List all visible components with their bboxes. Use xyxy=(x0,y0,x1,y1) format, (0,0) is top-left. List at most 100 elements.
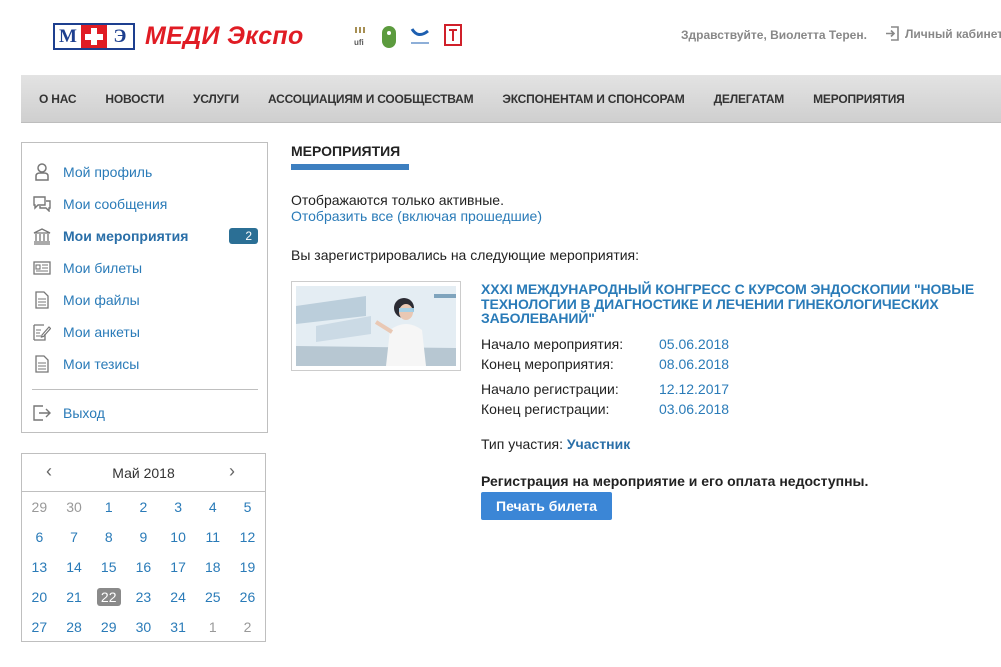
sidebar-item-label: Мой профиль xyxy=(63,164,153,180)
sidebar-item-label: Мои анкеты xyxy=(63,324,140,340)
calendar-day-number: 31 xyxy=(170,619,186,635)
calendar-day[interactable]: 29 xyxy=(91,619,126,635)
calendar-day-number: 24 xyxy=(170,589,186,605)
nav-item-news[interactable]: НОВОСТИ xyxy=(105,92,164,106)
sidebar-item-files[interactable]: Мои файлы xyxy=(32,289,258,311)
logo-cross-icon xyxy=(81,25,107,48)
logout-link[interactable]: Выход xyxy=(32,402,258,424)
sidebar-item-forms[interactable]: Мои анкеты xyxy=(32,321,258,343)
calendar-next-month-button[interactable]: › xyxy=(229,461,235,482)
calendar-day: 29 xyxy=(22,499,57,515)
calendar-day[interactable]: 4 xyxy=(195,499,230,515)
calendar-day[interactable]: 31 xyxy=(161,619,196,635)
show-all-events-link[interactable]: Отобразить все (включая прошедшие) xyxy=(291,208,542,224)
greeting-text: Здравствуйте, Виолетта Терен. xyxy=(681,28,867,42)
event-start-label: Начало мероприятия: xyxy=(481,336,624,352)
calendar-day-number: 28 xyxy=(66,619,82,635)
calendar-day: 2 xyxy=(230,619,265,635)
calendar-day[interactable]: 16 xyxy=(126,559,161,575)
calendar-day-number: 25 xyxy=(204,589,221,605)
calendar-day-number: 12 xyxy=(239,529,256,545)
print-ticket-button[interactable]: Печать билета xyxy=(481,492,612,520)
calendar-day[interactable]: 6 xyxy=(22,529,57,545)
calendar-day[interactable]: 27 xyxy=(22,619,57,635)
calendar-day[interactable]: 26 xyxy=(230,589,265,605)
calendar-day[interactable]: 18 xyxy=(195,559,230,575)
calendar-day-number: 20 xyxy=(31,589,48,605)
sidebar-item-theses[interactable]: Мои тезисы xyxy=(32,353,258,375)
calendar-day[interactable]: 12 xyxy=(230,529,265,545)
calendar-week-row: 20 21 22 23 24 25 26 xyxy=(22,582,265,612)
chat-icon xyxy=(32,194,52,214)
registration-end-value: 03.06.2018 xyxy=(659,401,730,417)
personal-cabinet-link[interactable]: Личный кабинет xyxy=(885,26,1001,41)
logo-letter-m: М xyxy=(55,25,81,48)
calendar-day[interactable]: 21 xyxy=(57,589,92,605)
nav-item-events[interactable]: МЕРОПРИЯТИЯ xyxy=(813,92,905,106)
calendar-day[interactable]: 11 xyxy=(195,529,230,545)
calendar-day[interactable]: 25 xyxy=(195,589,230,605)
calendar-day-number: 23 xyxy=(135,589,152,605)
event-title-link[interactable]: XXXI Международный конгресс с курсом энд… xyxy=(481,282,981,326)
calendar-day: 30 xyxy=(57,499,92,515)
event-image[interactable] xyxy=(291,281,461,371)
nav-item-exhibitors[interactable]: ЭКСПОНЕНТАМ И СПОНСОРАМ xyxy=(502,92,684,106)
events-count-badge: 2 xyxy=(229,228,258,244)
calendar-day[interactable]: 14 xyxy=(57,559,92,575)
sidebar-item-events[interactable]: Мои мероприятия 2 xyxy=(32,225,258,247)
sidebar-item-label: Мои тезисы xyxy=(63,356,140,372)
calendar-day-number: 16 xyxy=(135,559,152,575)
logout-label: Выход xyxy=(63,405,105,421)
calendar-day[interactable]: 3 xyxy=(161,499,196,515)
sidebar-item-profile[interactable]: Мой профиль xyxy=(32,161,258,183)
calendar-day[interactable]: 20 xyxy=(22,589,57,605)
logo-letter-e: Э xyxy=(107,25,133,48)
nav-item-delegates[interactable]: ДЕЛЕГАТАМ xyxy=(714,92,785,106)
nav-item-services[interactable]: УСЛУГИ xyxy=(193,92,239,106)
calendar-day[interactable]: 13 xyxy=(22,559,57,575)
calendar-day[interactable]: 8 xyxy=(91,529,126,545)
calendar-day[interactable]: 19 xyxy=(230,559,265,575)
calendar-day[interactable]: 10 xyxy=(161,529,196,545)
calendar-day-number: 8 xyxy=(104,529,113,545)
calendar-day[interactable]: 22 xyxy=(91,588,126,606)
login-icon xyxy=(886,26,899,41)
calendar-day-number: 6 xyxy=(35,529,44,545)
nav-item-about[interactable]: О НАС xyxy=(39,92,77,106)
sidebar-item-label: Мои сообщения xyxy=(63,196,168,212)
calendar-day-number: 18 xyxy=(204,559,221,575)
calendar-day[interactable]: 1 xyxy=(91,499,126,515)
partner-logos: ufi xyxy=(352,24,462,48)
calendar-day-number: 29 xyxy=(100,619,117,635)
registration-start-label: Начало регистрации: xyxy=(481,381,619,397)
calendar-day[interactable]: 30 xyxy=(126,619,161,635)
calendar-day[interactable]: 15 xyxy=(91,559,126,575)
site-logo[interactable]: М Э МЕДИ Экспо xyxy=(53,22,304,51)
filter-status-text: Отображаются только активные. xyxy=(291,192,504,208)
calendar-day-number: 1 xyxy=(104,499,113,515)
calendar-day-number: 7 xyxy=(70,529,78,545)
title-underline xyxy=(291,164,409,170)
calendar-day[interactable]: 24 xyxy=(161,589,196,605)
calendar-day[interactable]: 7 xyxy=(57,529,92,545)
file-icon xyxy=(32,290,52,310)
calendar-day[interactable]: 2 xyxy=(126,499,161,515)
calendar-day[interactable]: 9 xyxy=(126,529,161,545)
site-header: М Э МЕДИ Экспо ufi Здравствуйте, Виолетт… xyxy=(0,0,1001,75)
sidebar-item-messages[interactable]: Мои сообщения xyxy=(32,193,258,215)
calendar-day[interactable]: 28 xyxy=(57,619,92,635)
calendar-days-grid: 29 30 1 2 3 4 5 6 7 8 9 10 11 12 13 14 15 16 17 18 19 20 21 22 2… xyxy=(22,492,265,642)
main-navigation: О НАС НОВОСТИ УСЛУГИ АССОЦИАЦИЯМ И СООБЩ… xyxy=(21,75,1001,123)
calendar-day-number: 4 xyxy=(208,499,217,515)
calendar-day[interactable]: 17 xyxy=(161,559,196,575)
calendar-day[interactable]: 5 xyxy=(230,499,265,515)
calendar-day-number: 14 xyxy=(66,559,82,575)
nav-item-associations[interactable]: АССОЦИАЦИЯМ И СООБЩЕСТВАМ xyxy=(268,92,474,106)
calendar-day-number: 19 xyxy=(239,559,256,575)
calendar-day[interactable]: 23 xyxy=(126,589,161,605)
sidebar-item-tickets[interactable]: Мои билеты xyxy=(32,257,258,279)
calendar-day-number: 30 xyxy=(135,619,152,635)
ufi-logo-icon: ufi xyxy=(352,24,370,48)
calendar-widget: ‹ Май 2018 › 29 30 1 2 3 4 5 6 7 8 9 10 11 12 13 14 15 16… xyxy=(21,453,266,642)
calendar-day-number: 15 xyxy=(100,559,117,575)
